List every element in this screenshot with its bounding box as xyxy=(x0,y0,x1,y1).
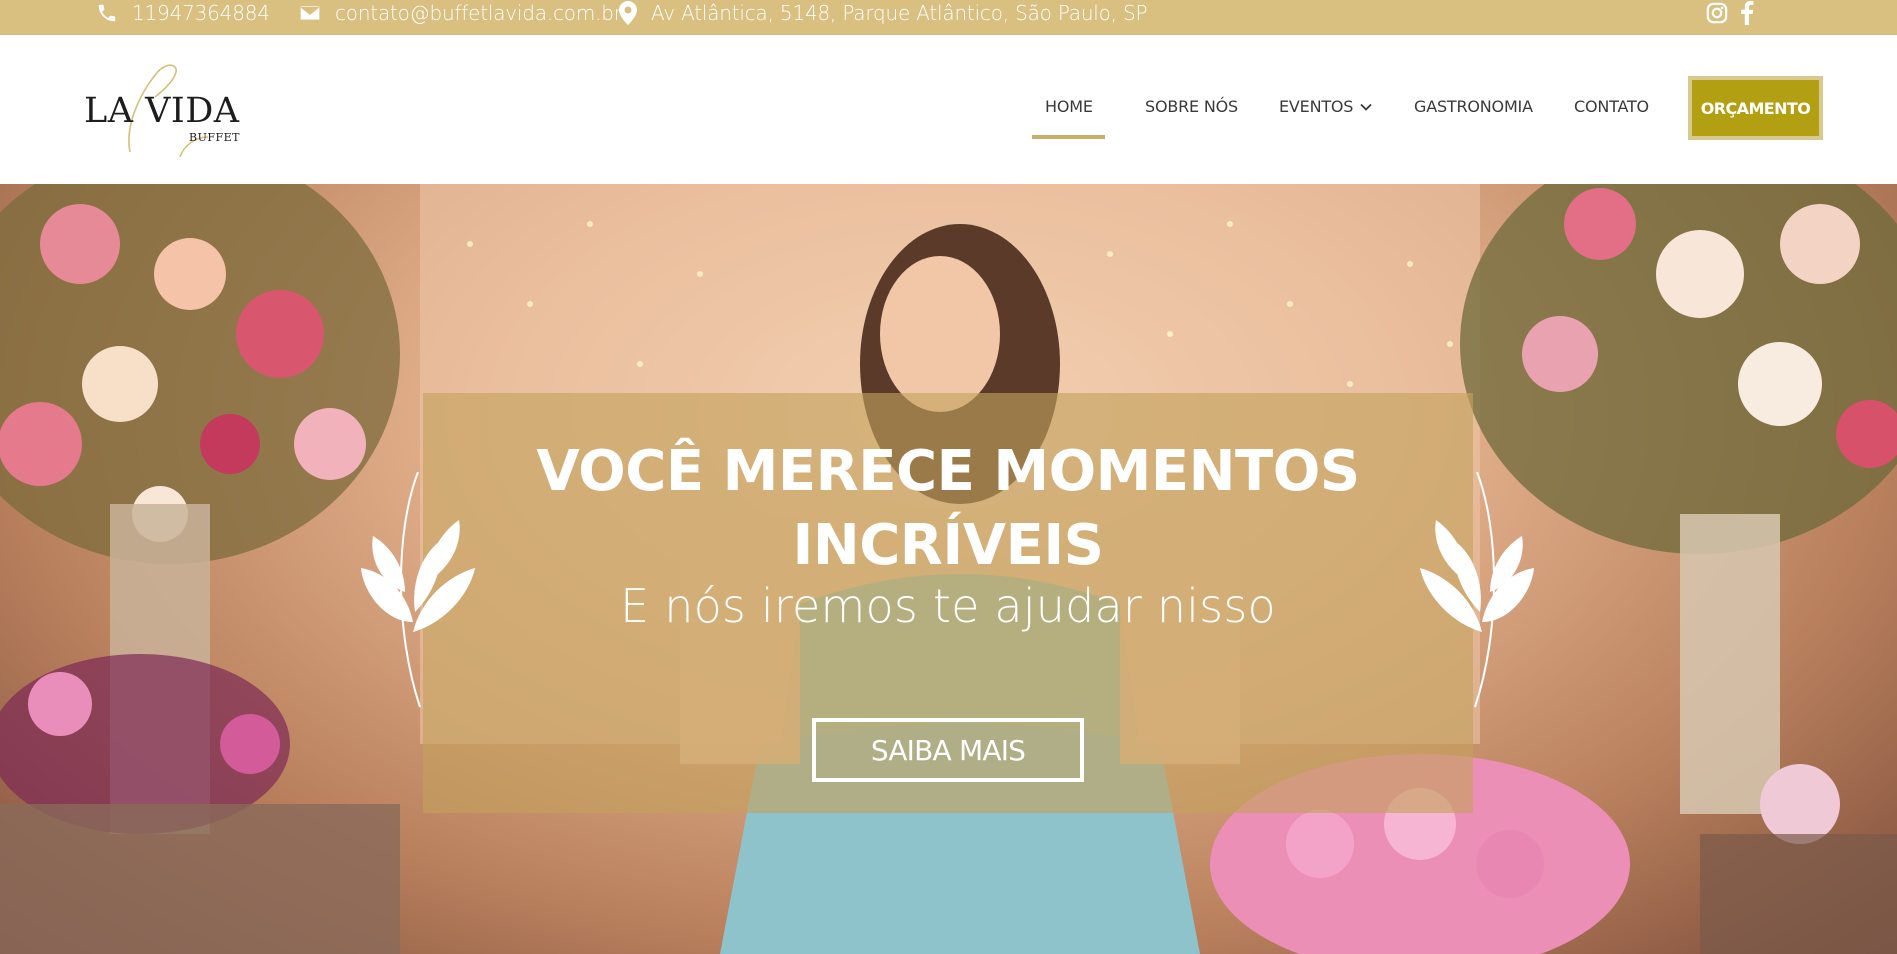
orcamento-button[interactable]: ORÇAMENTO xyxy=(1688,76,1823,140)
nav-sobre-nos[interactable]: SOBRE NÓS xyxy=(1145,97,1238,116)
social-links xyxy=(1706,1,1754,25)
street-address: Av Atlântica, 5148, Parque Atlântico, Sã… xyxy=(651,1,1148,25)
hero-headline: VOCÊ MERECE MOMENTOS INCRÍVEIS xyxy=(536,439,1360,578)
nav-active-indicator xyxy=(1032,135,1105,139)
top-contact-bar: 11947364884 contato@buffetlavida.com.br … xyxy=(0,0,1897,35)
phone-number: 11947364884 xyxy=(132,1,270,25)
hero-text-panel: VOCÊ MERECE MOMENTOS INCRÍVEIS E nós ire… xyxy=(423,393,1473,813)
instagram-icon[interactable] xyxy=(1706,2,1728,24)
address-contact[interactable]: Av Atlântica, 5148, Parque Atlântico, Sã… xyxy=(619,0,1148,26)
phone-icon xyxy=(98,4,116,22)
laurel-left-icon xyxy=(361,472,475,708)
laurel-right-icon xyxy=(1420,472,1534,708)
hero-subheadline: E nós iremos te ajudar nisso xyxy=(620,579,1276,633)
envelope-icon xyxy=(299,4,321,22)
email-contact[interactable]: contato@buffetlavida.com.br xyxy=(299,0,622,26)
hero-banner: VOCÊ MERECE MOMENTOS INCRÍVEIS E nós ire… xyxy=(0,184,1897,954)
main-navigation: HOME SOBRE NÓS EVENTOS GASTRONOMIA CONTA… xyxy=(0,35,1897,184)
nav-contato[interactable]: CONTATO xyxy=(1574,97,1649,116)
phone-contact[interactable]: 11947364884 xyxy=(96,0,270,26)
nav-eventos-label: EVENTOS xyxy=(1279,97,1354,116)
nav-gastronomia[interactable]: GASTRONOMIA xyxy=(1414,97,1533,116)
saiba-mais-button[interactable]: SAIBA MAIS xyxy=(812,718,1084,782)
site-header: LA VIDA BUFFET HOME SOBRE NÓS EVENTOS GA… xyxy=(0,35,1897,184)
nav-home[interactable]: HOME xyxy=(1045,97,1093,116)
nav-eventos[interactable]: EVENTOS xyxy=(1279,97,1372,116)
email-address: contato@buffetlavida.com.br xyxy=(335,1,622,25)
facebook-icon[interactable] xyxy=(1740,1,1754,25)
map-pin-icon xyxy=(619,1,637,25)
chevron-down-icon xyxy=(1360,103,1372,111)
